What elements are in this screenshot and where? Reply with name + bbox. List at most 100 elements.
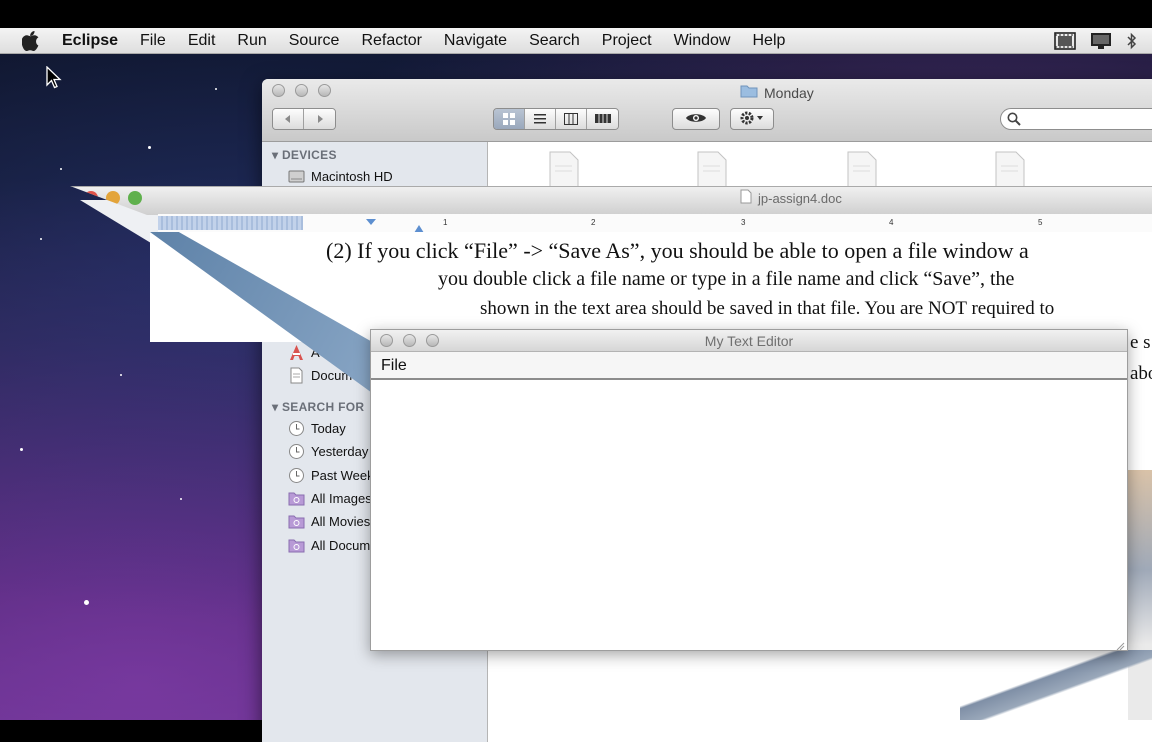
file-icon[interactable] xyxy=(990,150,1028,190)
star xyxy=(20,448,23,451)
indent-marker-icon[interactable] xyxy=(366,214,376,232)
applications-icon xyxy=(288,344,305,361)
apple-logo-icon[interactable] xyxy=(22,30,42,51)
document-text-line: (2) If you click “File” -> “Save As”, yo… xyxy=(326,238,1029,263)
document-icon xyxy=(740,189,752,207)
ruler-tick-label: 3 xyxy=(741,218,746,227)
display-icon[interactable] xyxy=(1090,32,1112,50)
document-text-line: e s xyxy=(1130,332,1151,353)
mouse-cursor-icon xyxy=(46,65,62,95)
ruler-tick-label: 4 xyxy=(889,218,894,227)
text-editor-textarea[interactable] xyxy=(371,380,1127,650)
star xyxy=(120,374,122,376)
sidebar-item-all-images[interactable]: All Images xyxy=(288,490,372,507)
menu-help[interactable]: Help xyxy=(752,32,785,50)
zoom-button[interactable] xyxy=(128,191,142,205)
screen-top-border xyxy=(0,0,1152,28)
star xyxy=(40,238,42,240)
resize-grip-icon[interactable] xyxy=(1115,638,1125,651)
menu-project[interactable]: Project xyxy=(602,32,652,50)
document-window-tail xyxy=(960,650,1152,720)
document-text-line: you double click a file name or type in … xyxy=(438,268,1015,290)
smart-folder-icon xyxy=(288,537,305,554)
ruler-tick-label: 5 xyxy=(1038,218,1043,227)
clock-icon xyxy=(288,443,305,460)
screen-recorder-icon[interactable] xyxy=(1054,32,1076,50)
clock-icon xyxy=(288,420,305,437)
gear-icon xyxy=(739,110,765,129)
text-editor-window: My Text Editor File xyxy=(370,329,1128,651)
finder-search-field[interactable] xyxy=(1000,108,1152,130)
document-filename: jp-assign4.doc xyxy=(758,190,842,206)
sidebar-item-yesterday[interactable]: Yesterday xyxy=(288,443,368,460)
search-icon xyxy=(1007,112,1021,131)
star xyxy=(215,88,217,90)
sidebar-search-header[interactable]: ▾ SEARCH FOR xyxy=(272,400,364,414)
sidebar-item-label: Past Week xyxy=(311,468,374,483)
text-editor-title: My Text Editor xyxy=(704,333,794,349)
list-view-icon[interactable] xyxy=(525,109,556,129)
ruler-tick-label: 1 xyxy=(443,218,448,227)
column-view-icon[interactable] xyxy=(556,109,587,129)
minimize-button[interactable] xyxy=(295,84,308,97)
sidebar-item-today[interactable]: Today xyxy=(288,420,346,437)
text-editor-titlebar: My Text Editor xyxy=(371,330,1127,352)
star xyxy=(60,168,62,170)
menu-file[interactable]: File xyxy=(140,32,166,50)
menu-app-name[interactable]: Eclipse xyxy=(62,32,118,50)
view-mode-selector xyxy=(493,108,619,130)
file-icon[interactable] xyxy=(544,150,582,190)
document-text-line: shown in the text area should be saved i… xyxy=(480,298,1055,319)
menu-refactor[interactable]: Refactor xyxy=(361,32,421,50)
star xyxy=(180,498,182,500)
bluetooth-icon[interactable] xyxy=(1126,32,1138,50)
finder-toolbar: Monday xyxy=(262,79,1152,142)
sidebar-item-macintosh-hd[interactable]: Macintosh HD xyxy=(288,168,393,185)
file-icon[interactable] xyxy=(842,150,880,190)
close-button[interactable] xyxy=(272,84,285,97)
menu-navigate[interactable]: Navigate xyxy=(444,32,507,50)
icon-view-icon[interactable] xyxy=(494,109,525,129)
ruler-tick-label: 2 xyxy=(591,218,596,227)
document-text-line: abo xyxy=(1130,363,1152,384)
quick-look-button[interactable] xyxy=(672,108,720,130)
text-editor-menubar: File xyxy=(371,352,1127,380)
star xyxy=(84,600,89,605)
document-ruler: 1 2 3 4 5 xyxy=(158,214,1152,233)
sidebar-item-label: All Images xyxy=(311,491,372,506)
clock-icon xyxy=(288,467,305,484)
document-icon xyxy=(288,367,305,384)
document-page-fragment: e s abo xyxy=(1128,330,1152,390)
sidebar-item-label: Yesterday xyxy=(311,444,369,459)
menu-source[interactable]: Source xyxy=(289,32,340,50)
system-menubar: Eclipse File Edit Run Source Refactor Na… xyxy=(0,28,1152,54)
sidebar-item-label: Macintosh HD xyxy=(311,169,393,184)
zoom-button[interactable] xyxy=(318,84,331,97)
document-window-titlebar xyxy=(70,186,1152,215)
finder-window-controls xyxy=(272,84,331,97)
coverflow-view-icon[interactable] xyxy=(587,109,618,129)
sidebar-item-past-week[interactable]: Past Week xyxy=(288,467,374,484)
sidebar-devices-header[interactable]: ▾ DEVICES xyxy=(272,148,337,162)
menu-window[interactable]: Window xyxy=(674,32,731,50)
editor-file-menu[interactable]: File xyxy=(381,357,407,375)
sidebar-item-all-movies[interactable]: All Movies xyxy=(288,513,370,530)
smart-folder-icon xyxy=(288,490,305,507)
sidebar-item-label: All Movies xyxy=(311,514,371,529)
menu-search[interactable]: Search xyxy=(529,32,580,50)
menu-run[interactable]: Run xyxy=(237,32,266,50)
action-menu-button[interactable] xyxy=(730,108,774,130)
back-arrow-icon[interactable] xyxy=(273,109,304,129)
sidebar-devices-label: DEVICES xyxy=(281,148,337,162)
file-icon[interactable] xyxy=(692,150,730,190)
sidebar-search-label: SEARCH FOR xyxy=(281,400,365,414)
eye-icon xyxy=(685,112,707,127)
forward-arrow-icon[interactable] xyxy=(304,109,335,129)
document-title: jp-assign4.doc xyxy=(740,189,842,207)
star xyxy=(148,146,151,149)
ruler-margin xyxy=(158,216,303,230)
sidebar-item-label: Today xyxy=(311,421,346,436)
hard-drive-icon xyxy=(288,168,305,185)
finder-title-label: Monday xyxy=(764,84,814,101)
menu-edit[interactable]: Edit xyxy=(188,32,216,50)
